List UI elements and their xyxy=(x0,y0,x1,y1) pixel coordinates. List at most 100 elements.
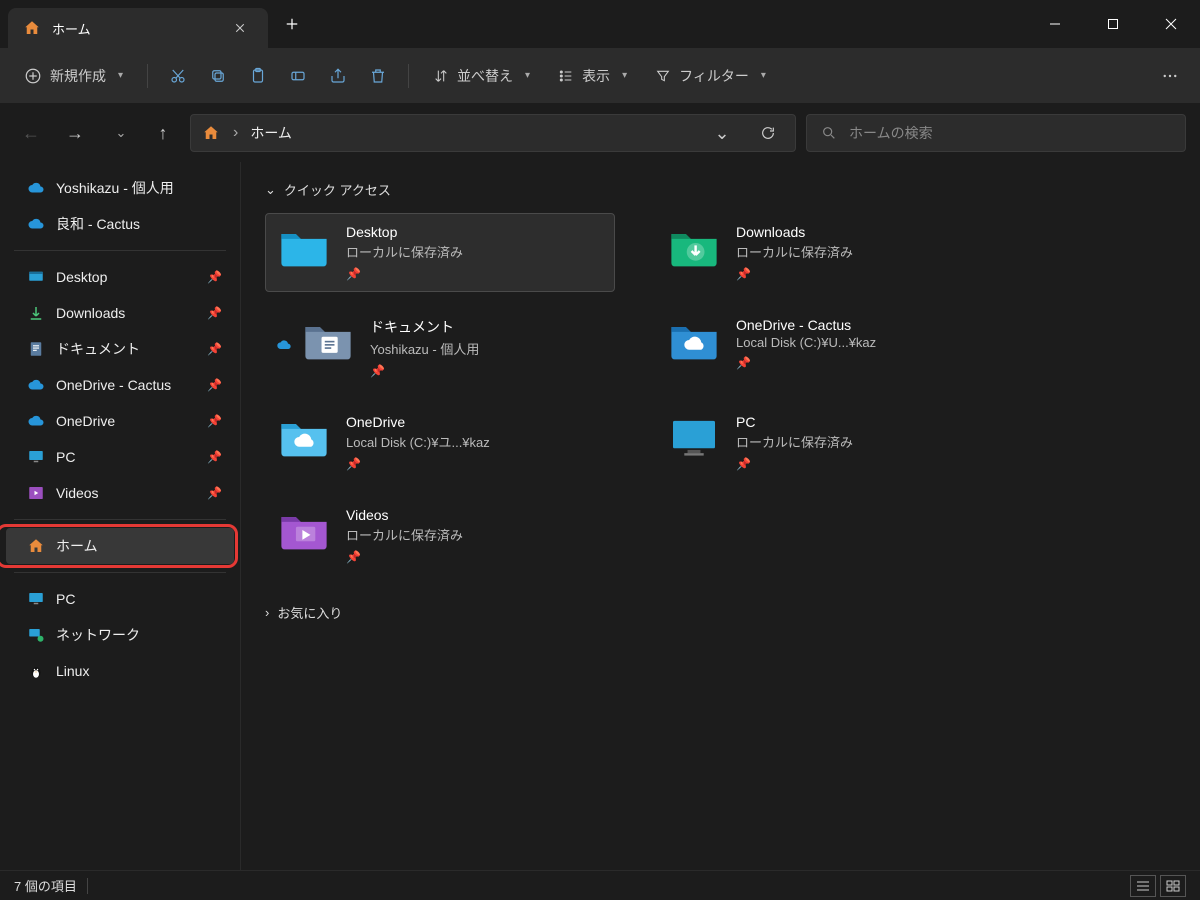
tile-subtitle: Local Disk (C:)¥U...¥kaz xyxy=(736,335,876,350)
tiles-view-button[interactable] xyxy=(1160,875,1186,897)
view-button[interactable]: 表示 ▾ xyxy=(546,58,639,94)
pin-icon: 📌 xyxy=(207,486,222,500)
folder-icon xyxy=(300,317,356,363)
cloud-icon xyxy=(26,214,46,234)
pin-icon: 📌 xyxy=(207,270,222,284)
sidebar-item-onedrive-pinned[interactable]: OneDrive 📌 xyxy=(6,403,234,439)
refresh-button[interactable] xyxy=(751,116,785,150)
folder-icon xyxy=(666,317,722,363)
group-header-quick-access[interactable]: ⌄ クイック アクセス xyxy=(265,180,1176,199)
sidebar-item-linux[interactable]: Linux xyxy=(6,653,234,689)
copy-button[interactable] xyxy=(200,58,236,94)
sidebar-item-label: 良和 - Cactus xyxy=(56,214,140,234)
address-dropdown[interactable]: ⌄ xyxy=(705,116,739,150)
new-button[interactable]: 新規作成 ▾ xyxy=(12,58,135,94)
filter-button[interactable]: フィルター ▾ xyxy=(643,58,778,94)
tile-subtitle: Yoshikazu - 個人用 xyxy=(370,339,479,358)
chevron-down-icon: ▾ xyxy=(118,70,123,81)
address-bar[interactable]: › ホーム ⌄ xyxy=(190,114,796,152)
up-button[interactable]: ↑ xyxy=(146,116,180,150)
paste-button[interactable] xyxy=(240,58,276,94)
tile--[interactable]: ドキュメント Yoshikazu - 個人用 📌 xyxy=(265,306,615,389)
sidebar-separator xyxy=(14,519,226,520)
tab-close-button[interactable] xyxy=(226,14,254,42)
group-header-favorites[interactable]: › お気に入り xyxy=(265,603,1176,622)
search-input[interactable] xyxy=(849,125,1171,141)
tile-videos[interactable]: Videos ローカルに保存済み 📌 xyxy=(265,496,615,575)
home-icon xyxy=(22,18,42,38)
folder-icon xyxy=(276,224,332,270)
network-icon xyxy=(26,625,46,645)
back-button[interactable]: ← xyxy=(14,116,48,150)
monitor-icon xyxy=(26,447,46,467)
tile-title: OneDrive xyxy=(346,414,490,430)
document-icon xyxy=(26,339,46,359)
close-window-button[interactable] xyxy=(1142,0,1200,48)
tile-pc[interactable]: PC ローカルに保存済み 📌 xyxy=(655,403,1005,482)
search-icon xyxy=(821,125,837,141)
sidebar-item-label: Yoshikazu - 個人用 xyxy=(56,178,174,198)
folder-icon xyxy=(276,414,332,460)
tile-downloads[interactable]: Downloads ローカルに保存済み 📌 xyxy=(655,213,1005,292)
sidebar-item-label: ネットワーク xyxy=(56,625,140,645)
tile-title: PC xyxy=(736,414,853,430)
tab-title: ホーム xyxy=(52,19,91,38)
tab-home[interactable]: ホーム xyxy=(8,8,268,48)
rename-button[interactable] xyxy=(280,58,316,94)
sidebar-item-network[interactable]: ネットワーク xyxy=(6,617,234,653)
window-controls xyxy=(1026,0,1200,48)
tile-subtitle: Local Disk (C:)¥ユ...¥kaz xyxy=(346,432,490,451)
sidebar-item-desktop[interactable]: Desktop 📌 xyxy=(6,259,234,295)
cloud-icon xyxy=(26,178,46,198)
chevron-down-icon: ⌄ xyxy=(265,182,276,198)
tile-onedrive[interactable]: OneDrive Local Disk (C:)¥ユ...¥kaz 📌 xyxy=(265,403,615,482)
forward-button[interactable]: → xyxy=(58,116,92,150)
sort-button[interactable]: 並べ替え ▾ xyxy=(421,58,542,94)
cloud-icon xyxy=(26,411,46,431)
group-title: お気に入り xyxy=(277,603,342,622)
sidebar-item-pc-pinned[interactable]: PC 📌 xyxy=(6,439,234,475)
new-tab-button[interactable] xyxy=(272,4,312,44)
sidebar-item-label: Linux xyxy=(56,663,89,679)
folder-icon xyxy=(666,414,722,460)
status-bar: 7 個の項目 xyxy=(0,870,1200,900)
more-button[interactable] xyxy=(1152,58,1188,94)
desktop-icon xyxy=(26,267,46,287)
cut-button[interactable] xyxy=(160,58,196,94)
chevron-down-icon: ▾ xyxy=(761,70,766,81)
pin-icon: 📌 xyxy=(207,306,222,320)
sidebar-item-onedrive-personal[interactable]: Yoshikazu - 個人用 xyxy=(6,170,234,206)
sidebar-item-downloads[interactable]: Downloads 📌 xyxy=(6,295,234,331)
sidebar-item-label: Downloads xyxy=(56,305,125,321)
breadcrumb-segment[interactable]: ホーム xyxy=(250,123,292,143)
tile-title: ドキュメント xyxy=(370,317,479,337)
tile-title: Desktop xyxy=(346,224,463,240)
details-view-button[interactable] xyxy=(1130,875,1156,897)
sidebar-item-pc[interactable]: PC xyxy=(6,581,234,617)
sidebar-item-documents[interactable]: ドキュメント 📌 xyxy=(6,331,234,367)
navigation-bar: ← → ⌄ ↑ › ホーム ⌄ xyxy=(0,104,1200,162)
maximize-button[interactable] xyxy=(1084,0,1142,48)
sidebar-item-home[interactable]: ホーム xyxy=(6,528,234,564)
sidebar-item-videos[interactable]: Videos 📌 xyxy=(6,475,234,511)
chevron-right-icon: › xyxy=(265,605,269,620)
recent-dropdown[interactable]: ⌄ xyxy=(102,116,136,150)
search-box[interactable] xyxy=(806,114,1186,152)
delete-button[interactable] xyxy=(360,58,396,94)
sidebar: Yoshikazu - 個人用 良和 - Cactus Desktop 📌 Do… xyxy=(0,162,240,870)
pin-icon: 📌 xyxy=(736,457,853,471)
tile-desktop[interactable]: Desktop ローカルに保存済み 📌 xyxy=(265,213,615,292)
minimize-button[interactable] xyxy=(1026,0,1084,48)
pin-icon: 📌 xyxy=(207,414,222,428)
tile-onedrive-cactus[interactable]: OneDrive - Cactus Local Disk (C:)¥U...¥k… xyxy=(655,306,1005,389)
share-button[interactable] xyxy=(320,58,356,94)
pin-icon: 📌 xyxy=(736,267,853,281)
toolbar-separator xyxy=(408,64,409,88)
home-icon xyxy=(26,536,46,556)
sidebar-item-onedrive-cactus-pinned[interactable]: OneDrive - Cactus 📌 xyxy=(6,367,234,403)
sidebar-item-label: PC xyxy=(56,591,75,607)
tile-subtitle: ローカルに保存済み xyxy=(346,242,463,261)
divider xyxy=(87,878,88,894)
sidebar-item-onedrive-cactus[interactable]: 良和 - Cactus xyxy=(6,206,234,242)
pin-icon: 📌 xyxy=(346,267,463,281)
